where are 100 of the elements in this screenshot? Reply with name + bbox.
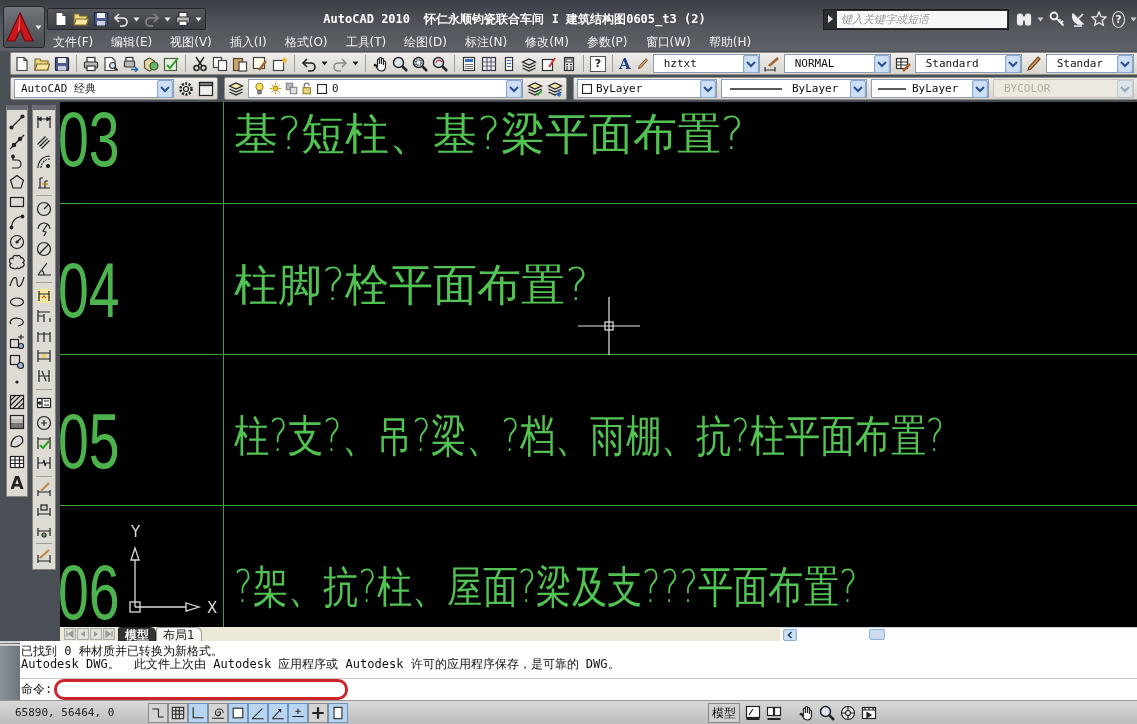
printer-icon[interactable] <box>175 11 191 27</box>
film-icon[interactable] <box>861 704 878 721</box>
status-toggle-button[interactable] <box>308 702 329 723</box>
dimension-text-edit-icon[interactable] <box>36 502 52 518</box>
ellipse-arc-icon[interactable] <box>9 314 25 330</box>
menu-item[interactable]: 窗口(W) <box>641 33 695 51</box>
menu-item[interactable]: 文件(F) <box>49 33 98 51</box>
command-window-grip[interactable] <box>0 641 20 700</box>
hand-icon[interactable] <box>372 55 388 72</box>
pen-sheet-icon[interactable] <box>541 55 557 72</box>
floppy-icon[interactable] <box>93 11 109 27</box>
layout-tab[interactable]: 布局1 <box>156 627 202 641</box>
zoom-previous-icon[interactable] <box>432 55 448 72</box>
model-button[interactable]: 模型 <box>708 702 741 723</box>
ordinate-dimension-icon[interactable] <box>36 174 52 190</box>
properties-sheet-icon[interactable] <box>461 55 477 72</box>
folder-icon[interactable] <box>73 11 89 27</box>
printer-arrow-icon[interactable] <box>123 55 139 72</box>
layers-check-icon[interactable] <box>527 80 543 97</box>
satellite-dish-icon[interactable] <box>1070 11 1086 27</box>
binoculars-icon[interactable] <box>1016 11 1032 27</box>
chevron-down-icon[interactable] <box>506 79 522 98</box>
menu-item[interactable]: 编辑(E) <box>107 33 157 51</box>
tolerance-icon[interactable] <box>36 395 52 411</box>
scroll-thumb[interactable] <box>869 629 885 640</box>
padlock-icon[interactable] <box>301 82 314 95</box>
gradient-icon[interactable] <box>9 414 25 430</box>
folder-icon[interactable] <box>34 55 50 72</box>
caret-icon[interactable] <box>1037 16 1044 22</box>
chevron-down-icon[interactable] <box>157 79 173 98</box>
dimension-edit-icon[interactable] <box>36 482 52 498</box>
magnifier-icon[interactable] <box>819 704 836 721</box>
baseline-dimension-icon[interactable] <box>36 308 52 324</box>
caret-icon[interactable] <box>195 16 202 22</box>
dimension-break-icon[interactable] <box>36 368 52 384</box>
caret-icon[interactable] <box>321 61 328 66</box>
menu-item[interactable]: 绘图(D) <box>400 33 451 51</box>
table-brush-icon[interactable] <box>894 55 911 72</box>
status-toggle-button[interactable] <box>148 702 169 723</box>
wave-icon[interactable] <box>9 274 25 290</box>
menu-item[interactable]: 标注(N) <box>460 33 512 51</box>
chevron-down-icon[interactable] <box>1004 54 1021 73</box>
table-style-dropdown[interactable]: Standard <box>914 54 1022 73</box>
star-icon[interactable] <box>1091 11 1107 27</box>
menu-item[interactable]: 修改(M) <box>521 33 573 51</box>
block-icon[interactable] <box>9 354 25 370</box>
layout-sheet-icon[interactable] <box>745 704 762 721</box>
dot-icon[interactable] <box>15 380 19 384</box>
chevron-down-icon[interactable] <box>700 79 716 98</box>
menu-item[interactable]: 视图(V) <box>166 33 216 51</box>
inspection-icon[interactable] <box>36 435 52 451</box>
application-button[interactable] <box>3 6 45 48</box>
dimension-style-dropdown[interactable]: NORMAL <box>783 54 891 73</box>
table-icon[interactable] <box>9 454 25 470</box>
menu-item[interactable]: 工具(T) <box>341 33 391 51</box>
calculator-icon[interactable] <box>561 55 577 72</box>
check-sheet-icon[interactable] <box>163 55 179 72</box>
undo-arrow-icon[interactable] <box>113 11 129 27</box>
angular-dimension-icon[interactable] <box>36 261 52 277</box>
scissors-icon[interactable] <box>192 55 208 72</box>
radius-icon[interactable] <box>36 201 52 217</box>
ellipse-icon[interactable] <box>9 294 25 310</box>
region-icon[interactable] <box>9 434 25 450</box>
arc-length-icon[interactable] <box>36 154 52 170</box>
status-toggle-button[interactable] <box>168 702 189 723</box>
status-toggle-button[interactable] <box>248 702 269 723</box>
cloud-icon[interactable] <box>9 254 25 270</box>
brush-sheet-icon[interactable] <box>252 55 268 72</box>
printer-icon[interactable] <box>83 55 99 72</box>
dimension-space-icon[interactable] <box>36 348 52 364</box>
color-dropdown[interactable]: ByLayer <box>577 79 717 98</box>
expand-arrow-icon[interactable] <box>828 15 833 23</box>
key-icon[interactable] <box>1049 11 1065 27</box>
sun-icon[interactable] <box>269 82 282 95</box>
caret-icon[interactable] <box>164 16 171 22</box>
center-mark-icon[interactable] <box>36 415 52 431</box>
menu-item[interactable]: 参数(P) <box>582 33 632 51</box>
construction-line-icon[interactable] <box>9 134 25 150</box>
window-icon[interactable] <box>198 80 214 97</box>
layers-icon[interactable] <box>228 80 244 97</box>
aligned-dimension-icon[interactable] <box>36 134 52 150</box>
chevron-down-icon[interactable] <box>742 54 759 73</box>
horizontal-scrollbar[interactable] <box>780 627 1137 641</box>
search-field[interactable]: 键入关键字或短语 <box>823 8 1009 30</box>
chevron-down-icon[interactable] <box>972 79 988 98</box>
squares-icon[interactable] <box>285 82 298 95</box>
chevron-down-icon[interactable] <box>850 79 866 98</box>
hatch-icon[interactable] <box>9 394 25 410</box>
text-style-button[interactable]: A <box>619 55 631 72</box>
menu-item[interactable]: 格式(O) <box>280 33 332 51</box>
status-toggle-button[interactable] <box>228 702 249 723</box>
lineweight-dropdown[interactable]: ByLayer <box>871 79 989 98</box>
status-toggle-button[interactable] <box>288 702 309 723</box>
caret-icon[interactable] <box>1130 16 1137 22</box>
multileader-style-dropdown[interactable]: Standar <box>1045 54 1134 73</box>
brush-icon[interactable] <box>636 57 649 70</box>
dimension-style-icon[interactable] <box>36 549 52 565</box>
rectangle-icon[interactable] <box>9 194 25 210</box>
command-input[interactable] <box>54 679 349 700</box>
page-magnifier-icon[interactable] <box>103 55 119 72</box>
